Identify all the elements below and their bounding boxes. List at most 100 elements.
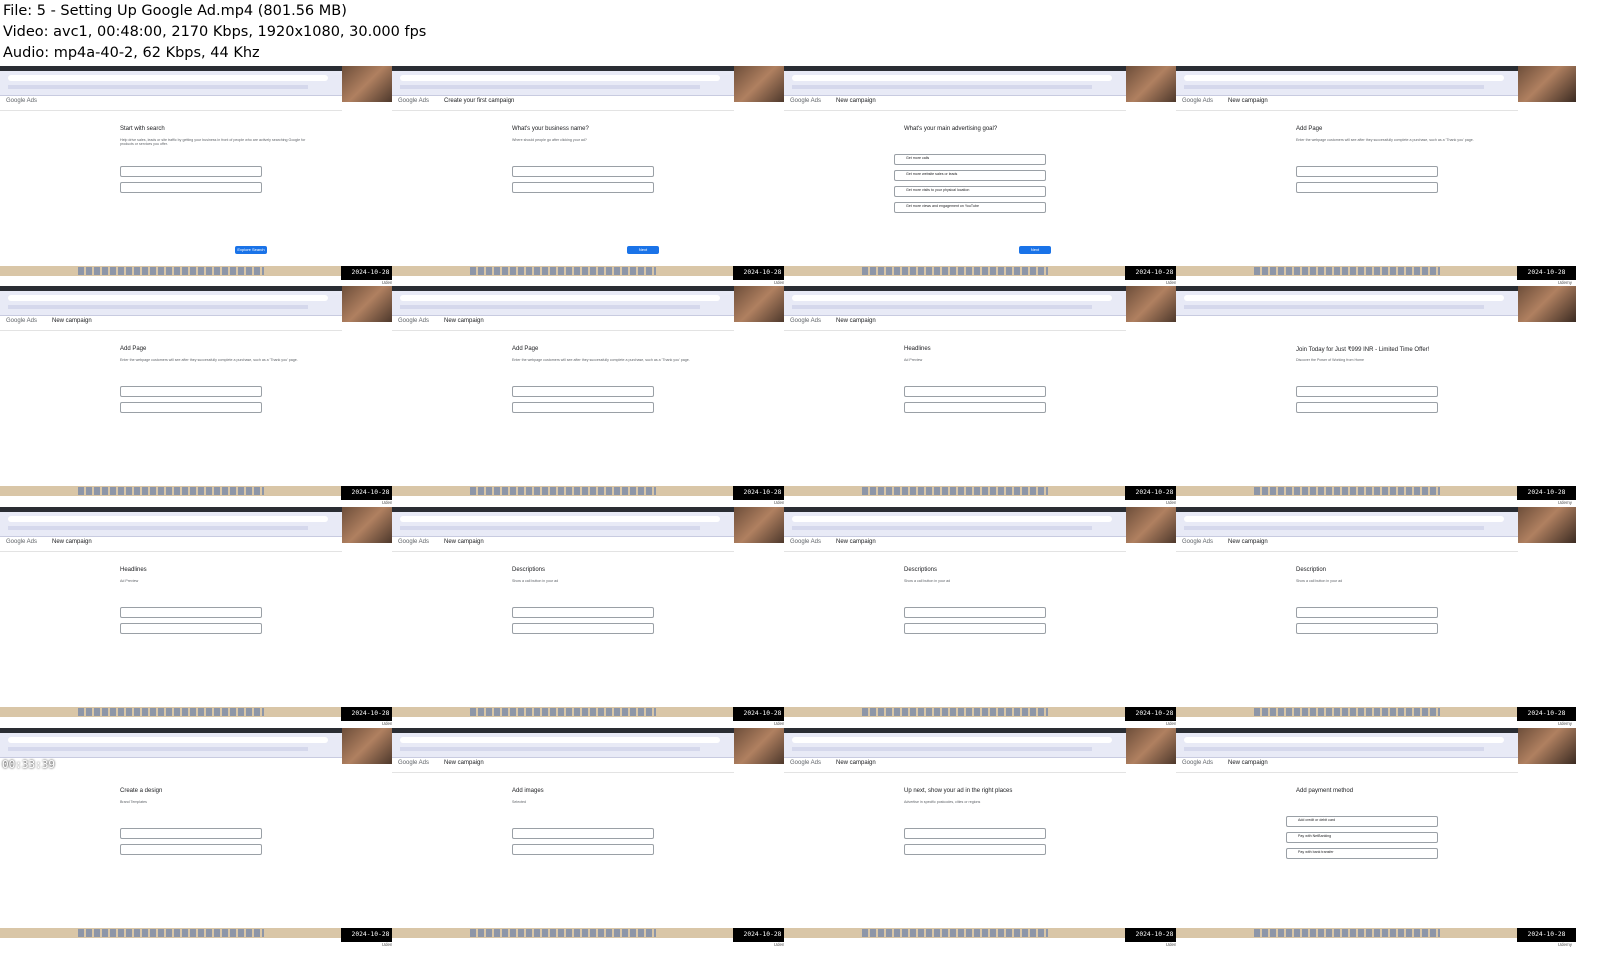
address-bar [400, 75, 720, 81]
page-content: Google Ads New campaign Add images Selected [392, 758, 734, 928]
dock-icons [1254, 487, 1440, 495]
overlay-timestamp: 00:33:39 [2, 758, 55, 771]
text-field[interactable] [120, 386, 262, 397]
text-field[interactable] [512, 182, 654, 193]
video-thumbnail: Google Ads New campaign Headlines Ad Previe… [784, 286, 1184, 510]
browser-toolbar [1176, 71, 1518, 96]
bookmarks-bar [1184, 85, 1484, 89]
bookmarks-bar [792, 747, 1092, 751]
primary-button[interactable]: Next [1019, 246, 1051, 254]
ads-header: Google Ads New campaign [0, 316, 342, 331]
ads-page-title: New campaign [1228, 539, 1268, 545]
address-bar [1184, 75, 1504, 81]
primary-button[interactable]: Explore Search Ads [235, 246, 267, 260]
option-label: Get more visits to your physical locatio… [906, 188, 970, 192]
mac-dock [0, 707, 342, 717]
text-field[interactable] [120, 182, 262, 193]
browser-toolbar [392, 512, 734, 537]
frame-blurb: Advertise in specific postcodes, cities … [904, 800, 981, 804]
frame-headline: What's your main advertising goal? [904, 126, 998, 132]
google-ads-logo: Google Ads [1182, 760, 1214, 766]
text-field[interactable] [120, 623, 262, 634]
text-field[interactable] [1296, 607, 1438, 618]
bookmarks-bar [792, 85, 1092, 89]
browser-toolbar [1176, 512, 1518, 537]
frame-blurb: Enter the webpage customers will see aft… [1296, 138, 1474, 142]
text-field[interactable] [512, 607, 654, 618]
ads-page-title: New campaign [444, 760, 484, 766]
ads-page-title: New campaign [52, 539, 92, 545]
text-field[interactable] [120, 844, 262, 855]
video-thumbnail: Join Today for Just ₹999 INR - Limited T… [1176, 286, 1576, 510]
text-field[interactable] [904, 607, 1046, 618]
ads-page-title: New campaign [444, 318, 484, 324]
frame-timestamp: 2024-10-28 19:54:47 [1517, 707, 1576, 731]
text-field[interactable] [120, 402, 262, 413]
text-field[interactable] [512, 828, 654, 839]
text-field[interactable] [1296, 166, 1438, 177]
browser-toolbar [784, 71, 1126, 96]
video-thumbnail: Google Ads Start with search Help drive sa… [0, 66, 400, 290]
bookmarks-bar [400, 305, 700, 309]
text-field[interactable] [512, 623, 654, 634]
dock-icons [470, 487, 656, 495]
bookmarks-bar [8, 85, 308, 89]
frame-blurb: Help drive sales, leads or site traffic … [120, 138, 306, 146]
text-field[interactable] [512, 386, 654, 397]
text-field[interactable] [512, 402, 654, 413]
thumbnail-strip [392, 938, 792, 952]
frame-blurb: Ad Preview [904, 358, 923, 362]
google-ads-logo: Google Ads [6, 539, 38, 545]
frame-headline: Start with search [120, 126, 165, 132]
text-field[interactable] [512, 166, 654, 177]
address-bar [400, 295, 720, 301]
text-field[interactable] [120, 607, 262, 618]
page-content: Google Ads Create your first campaign What… [392, 96, 734, 266]
mac-dock [0, 486, 342, 496]
browser-toolbar [392, 71, 734, 96]
address-bar [792, 737, 1112, 743]
text-field[interactable] [120, 166, 262, 177]
bookmarks-bar [8, 526, 308, 530]
text-field[interactable] [1296, 182, 1438, 193]
page-content: Google Ads New campaign Descriptions Show a… [392, 537, 734, 707]
google-ads-logo: Google Ads [6, 98, 38, 104]
text-field[interactable] [904, 844, 1046, 855]
page-content: Google Ads New campaign What's your main a… [784, 96, 1126, 266]
text-field[interactable] [904, 386, 1046, 397]
ads-header: Google Ads New campaign [392, 758, 734, 773]
mac-dock [1176, 266, 1518, 276]
webcam-overlay [1518, 507, 1576, 543]
text-field[interactable] [1296, 386, 1438, 397]
text-field[interactable] [1296, 623, 1438, 634]
option-label: Get more website sales or leads [906, 172, 958, 176]
page-content: Google Ads New campaign Up next, show your… [784, 758, 1126, 928]
text-field[interactable] [512, 844, 654, 855]
frame-blurb: Selected [512, 800, 526, 804]
video-info-line: Video: avc1, 00:48:00, 2170 Kbps, 1920x1… [3, 24, 427, 40]
frame-headline: Add payment method [1296, 788, 1354, 794]
address-bar [792, 75, 1112, 81]
video-thumbnail: Google Ads New campaign Headlines Ad Previe… [0, 507, 400, 731]
dock-icons [862, 267, 1048, 275]
mac-dock [392, 928, 734, 938]
frame-blurb: Enter the webpage customers will see aft… [512, 358, 690, 362]
primary-button[interactable]: Next [627, 246, 659, 254]
text-field[interactable] [120, 828, 262, 839]
browser-toolbar [0, 512, 342, 537]
ads-header: Google Ads New campaign [1176, 758, 1518, 773]
video-thumbnail: Google Ads New campaign Add Page Enter the … [1176, 66, 1576, 290]
text-field[interactable] [1296, 402, 1438, 413]
text-field[interactable] [904, 623, 1046, 634]
ads-header: Google Ads New campaign [784, 537, 1126, 552]
google-ads-logo: Google Ads [790, 539, 822, 545]
address-bar [400, 737, 720, 743]
udemy-watermark: Udemy [1557, 280, 1572, 285]
option-label: Get more calls [906, 156, 930, 160]
ads-header: Google Ads New campaign [784, 316, 1126, 331]
page-content: Google Ads New campaign Add Page Enter the … [392, 316, 734, 486]
text-field[interactable] [904, 828, 1046, 839]
browser-toolbar [784, 512, 1126, 537]
text-field[interactable] [904, 402, 1046, 413]
address-bar [792, 516, 1112, 522]
